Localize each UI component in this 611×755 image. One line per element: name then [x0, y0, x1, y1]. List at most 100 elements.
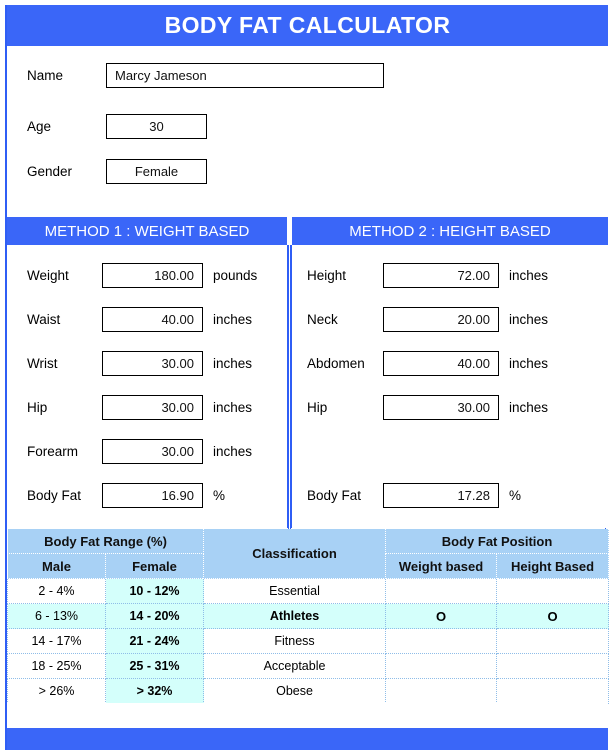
body-fat-weight-unit: % [213, 488, 226, 503]
hip-weight-label: Hip [27, 400, 48, 415]
name-input[interactable]: Marcy Jameson [106, 63, 384, 88]
body-fat-height-unit: % [509, 488, 522, 503]
cell-classification: Obese [203, 678, 387, 704]
height-input[interactable]: 72.00 [383, 263, 499, 288]
table-row: 14 - 17% 21 - 24% Fitness [7, 628, 610, 654]
weight-unit: pounds [213, 268, 258, 283]
weight-label: Weight [27, 268, 69, 283]
cell-height-marker [496, 653, 610, 679]
neck-field-row: Neck 20.00 inches [307, 307, 548, 332]
cell-weight-marker [385, 628, 498, 654]
body-fat-height-field-row: Body Fat 17.28 % [307, 483, 521, 508]
methods-section: Weight 180.00 pounds Waist 40.00 inches … [7, 245, 608, 556]
header-female: Female [104, 553, 205, 579]
cell-weight-marker: O [385, 603, 498, 629]
body-fat-weight-label: Body Fat [27, 488, 82, 503]
method-2-header: METHOD 2 : HEIGHT BASED [292, 217, 608, 245]
cell-female-range: 10 - 12% [104, 578, 205, 604]
neck-label: Neck [307, 312, 338, 327]
name-field-row: Name Marcy Jameson [27, 63, 384, 88]
page-title: BODY FAT CALCULATOR [164, 12, 451, 38]
cell-height-marker [496, 678, 610, 704]
gender-label: Gender [27, 164, 73, 179]
age-field-row: Age 30 [27, 114, 207, 139]
hip-weight-input[interactable]: 30.00 [102, 395, 203, 420]
header-classification: Classification [203, 528, 387, 579]
header-height-based: Height Based [496, 553, 610, 579]
cell-weight-marker [385, 678, 498, 704]
neck-input[interactable]: 20.00 [383, 307, 499, 332]
header-body-fat-position: Body Fat Position [385, 528, 610, 554]
waist-label: Waist [27, 312, 61, 327]
table-body: 2 - 4% 10 - 12% Essential 6 - 13% 14 - 2… [7, 578, 610, 704]
height-label: Height [307, 268, 347, 283]
abdomen-label: Abdomen [307, 356, 365, 371]
cell-height-marker: O [496, 603, 610, 629]
abdomen-field-row: Abdomen 40.00 inches [307, 351, 548, 376]
body-fat-height-label: Body Fat [307, 488, 362, 503]
cell-male-range: > 26% [7, 678, 106, 704]
table-row: 18 - 25% 25 - 31% Acceptable [7, 653, 610, 679]
waist-unit: inches [213, 312, 253, 327]
table-head: Body Fat Range (%) Classification Body F… [6, 528, 610, 579]
forearm-label: Forearm [27, 444, 79, 459]
table-row: > 26% > 32% Obese [7, 678, 610, 704]
waist-input[interactable]: 40.00 [102, 307, 203, 332]
forearm-field-row: Forearm 30.00 inches [27, 439, 252, 464]
cell-male-range: 2 - 4% [7, 578, 106, 604]
cell-classification: Essential [203, 578, 387, 604]
method-2-title: METHOD 2 : HEIGHT BASED [349, 222, 551, 240]
app-title-bar: BODY FAT CALCULATOR [7, 5, 608, 46]
table-row: 2 - 4% 10 - 12% Essential [7, 578, 610, 604]
cell-female-range: 14 - 20% [104, 603, 205, 629]
cell-male-range: 14 - 17% [7, 628, 106, 654]
cell-female-range: 21 - 24% [104, 628, 205, 654]
age-label: Age [27, 119, 52, 134]
gender-input[interactable]: Female [106, 159, 207, 184]
body-fat-weight-result: 16.90 [102, 483, 203, 508]
wrist-input[interactable]: 30.00 [102, 351, 203, 376]
body-fat-classification-table: Body Fat Range (%) Classification Body F… [6, 528, 610, 704]
panel-divider [287, 245, 292, 556]
weight-input[interactable]: 180.00 [102, 263, 203, 288]
header-body-fat-range: Body Fat Range (%) [6, 528, 205, 554]
forearm-unit: inches [213, 444, 253, 459]
hip-height-unit: inches [509, 400, 549, 415]
table-row: 6 - 13% 14 - 20% Athletes O O [7, 603, 610, 629]
wrist-unit: inches [213, 356, 253, 371]
abdomen-input[interactable]: 40.00 [383, 351, 499, 376]
hip-weight-unit: inches [213, 400, 253, 415]
cell-male-range: 6 - 13% [7, 603, 106, 629]
height-field-row: Height 72.00 inches [307, 263, 548, 288]
method-1-title: METHOD 1 : WEIGHT BASED [44, 222, 250, 240]
footer-spacer [7, 703, 608, 728]
height-unit: inches [509, 268, 549, 283]
footer-bar [7, 728, 608, 750]
cell-classification: Athletes [203, 603, 387, 629]
cell-height-marker [496, 628, 610, 654]
hip-height-label: Hip [307, 400, 328, 415]
wrist-field-row: Wrist 30.00 inches [27, 351, 252, 376]
cell-weight-marker [385, 653, 498, 679]
name-label: Name [27, 68, 64, 83]
age-input[interactable]: 30 [106, 114, 207, 139]
hip-height-field-row: Hip 30.00 inches [307, 395, 548, 420]
body-fat-calculator-app: BODY FAT CALCULATOR Name Marcy Jameson A… [5, 5, 610, 750]
header-male: Male [7, 553, 106, 579]
cell-classification: Acceptable [203, 653, 387, 679]
cell-male-range: 18 - 25% [7, 653, 106, 679]
body-fat-weight-field-row: Body Fat 16.90 % [27, 483, 225, 508]
method-headers: METHOD 1 : WEIGHT BASED METHOD 2 : HEIGH… [7, 217, 608, 245]
table-group-header-row: Body Fat Range (%) Classification Body F… [6, 528, 610, 579]
cell-height-marker [496, 578, 610, 604]
forearm-input[interactable]: 30.00 [102, 439, 203, 464]
hip-height-input[interactable]: 30.00 [383, 395, 499, 420]
wrist-label: Wrist [27, 356, 58, 371]
weight-field-row: Weight 180.00 pounds [27, 263, 257, 288]
gender-field-row: Gender Female [27, 159, 207, 184]
abdomen-unit: inches [509, 356, 549, 371]
cell-female-range: > 32% [104, 678, 205, 704]
cell-weight-marker [385, 578, 498, 604]
body-fat-height-result: 17.28 [383, 483, 499, 508]
cell-classification: Fitness [203, 628, 387, 654]
